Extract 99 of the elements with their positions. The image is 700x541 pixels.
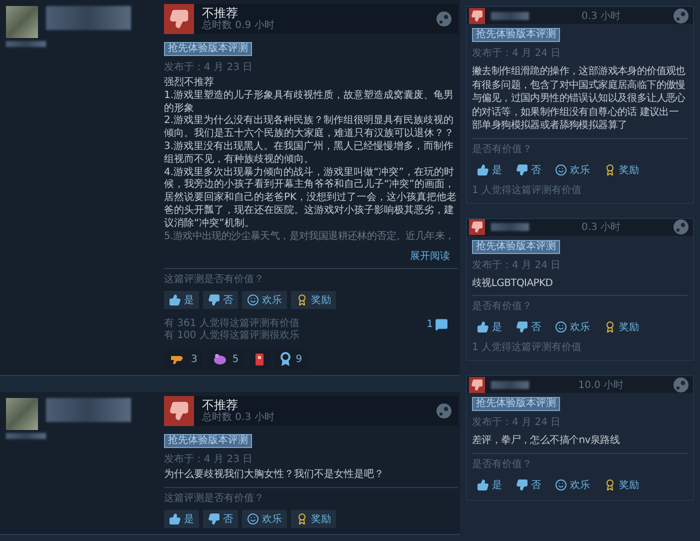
- playtime: 总时数 0.9 小时: [202, 20, 276, 32]
- early-access-badge: 抢先体验版本评测: [164, 434, 252, 448]
- vote-stat: 有 361 人觉得这篇评测有价值: [164, 318, 300, 330]
- award-icon: [604, 164, 616, 176]
- thumbs-up-icon: [169, 513, 181, 526]
- review-text: 4.游戏里多次出现暴力倾向的战斗，游戏里叫做“冲突”，在玩的时候，我旁边的小孩子看到开幕主角爷爷和自己儿子“冲突”的画面，居然说要回家和自己的老爸PK，没想到过了一会，这小孩真把他老爸的头开瓢了，现在还在医院。这游戏对小孩子影响极其恶劣，建议消除“冲突”机制。: [164, 166, 458, 230]
- playtime: 0.3 小时: [580, 10, 622, 22]
- vote-button[interactable]: 奖励: [291, 510, 336, 528]
- vote-stat: 1 人觉得这篇评测有价值: [472, 342, 583, 354]
- helpful-prompt: 这篇评测是否有价值？: [164, 274, 265, 286]
- helpful-prompt: 是否有价值？: [472, 301, 533, 313]
- award-chip[interactable]: 3: [164, 349, 204, 370]
- playtime: 总时数 0.3 小时: [202, 412, 276, 424]
- vote-button[interactable]: 是: [164, 291, 199, 310]
- vote-button[interactable]: 欢乐: [550, 160, 595, 178]
- vote-button[interactable]: 是: [164, 510, 199, 528]
- thumbs-up-icon: [477, 478, 489, 490]
- redacted-name: [491, 380, 529, 388]
- review-text: 1.游戏里塑造的儿子形象具有歧视性质，故意塑造成窝囊废、龟男的形象: [164, 90, 455, 114]
- comment-icon: [435, 318, 448, 332]
- thumbs-down-icon: [164, 4, 194, 34]
- thumbs-down-icon: [516, 478, 528, 490]
- vote-button[interactable]: 是: [472, 318, 507, 336]
- review-text: 2.游戏里为什么没有出现各种民族？制作组很明显具有民族歧视的倾向。我们是五十六个民族的大家庭，难道只有汉族可以退休？？: [164, 115, 455, 140]
- blob-icon: [213, 353, 228, 366]
- medal-icon: [280, 352, 291, 366]
- vote-button[interactable]: 否: [511, 160, 546, 178]
- early-access-badge: 抢先体验版本评测: [164, 42, 252, 56]
- award-chip[interactable]: 5: [207, 349, 245, 370]
- thumbs-down-icon: [469, 376, 485, 392]
- review-text: 差评，拳尸，怎么不搞个nv泉路线: [472, 434, 620, 448]
- vote-button[interactable]: 奖励: [599, 160, 644, 178]
- posted-date: 发布于：4 月 24 日: [472, 48, 562, 60]
- helpful-prompt: 这篇评测是否有价值？: [164, 493, 265, 506]
- helpful-prompt: 是否有价值？: [472, 144, 533, 156]
- award-icon: [604, 478, 616, 490]
- award-chip[interactable]: [248, 349, 270, 370]
- thumbs-down-icon: [164, 396, 194, 426]
- vote-stat: 有 100 人觉得这篇评测很欢乐: [164, 330, 300, 342]
- award-icon: [604, 321, 616, 333]
- award-chip[interactable]: 9: [274, 349, 308, 370]
- vote-button[interactable]: 是: [472, 160, 507, 178]
- thumbs-down-icon: [208, 294, 220, 306]
- award-icon: [296, 513, 308, 526]
- vote-button[interactable]: 否: [203, 291, 238, 310]
- posted-date: 发布于：4 月 24 日: [472, 417, 562, 429]
- thumbs-down-icon: [469, 219, 485, 235]
- award-icon: [296, 294, 308, 306]
- smiley-icon: [247, 513, 259, 526]
- smiley-icon: [555, 478, 567, 490]
- vote-button[interactable]: 欢乐: [242, 510, 287, 528]
- smiley-icon: [555, 321, 567, 333]
- helpful-prompt: 是否有价值？: [472, 458, 533, 470]
- thumbs-up-icon: [169, 294, 181, 306]
- review-text: 3.游戏里没有出现黑人。在我国广州，黑人已经慢慢增多，而制作组视而不见，有种族歧视的倾向。: [164, 140, 455, 166]
- vote-button[interactable]: 欢乐: [550, 476, 595, 494]
- posted-date: 发布于：4 月 23 日: [164, 454, 254, 466]
- hand-icon: [170, 353, 186, 366]
- vote-button[interactable]: 奖励: [599, 318, 644, 336]
- review-text: 为什么要歧视我们大胸女性？我们不是女性是吧？: [164, 469, 385, 482]
- expand-link[interactable]: 展开阅读: [410, 249, 450, 264]
- vote-button[interactable]: 否: [511, 318, 546, 336]
- smiley-icon: [555, 164, 567, 176]
- review-text: 强烈不推荐: [164, 77, 215, 90]
- review-text: 撇去制作组滑跪的操作，这部游戏本身的价值观也有很多问题，包含了对中国式家庭居高临下的傲慢与偏见，过国内男性的错误认知以及很多让人恶心的对话等，如果制作组没有自尊心的话 建议出一部单身狗模拟器或者舔狗模拟器算了: [472, 65, 686, 132]
- logo-icon: [436, 403, 452, 420]
- thumbs-down-icon: [469, 8, 485, 24]
- thumbs-down-icon: [516, 321, 528, 333]
- thumbs-up-icon: [477, 321, 489, 333]
- thumbs-up-icon: [477, 164, 489, 176]
- avatar: [6, 6, 38, 38]
- vote-button[interactable]: 奖励: [291, 291, 336, 310]
- card-icon: [254, 352, 264, 366]
- redacted-name: [491, 223, 529, 231]
- smiley-icon: [247, 294, 259, 306]
- review-text: 歧视LGBTQIAPKD: [472, 276, 554, 290]
- verdict: 不推荐: [202, 6, 239, 20]
- verdict: 不推荐: [202, 398, 239, 412]
- logo-icon: [436, 11, 452, 27]
- vote-button[interactable]: 否: [511, 476, 546, 494]
- vote-button[interactable]: 欢乐: [242, 291, 287, 310]
- comments-link[interactable]: 1: [426, 318, 458, 332]
- vote-button[interactable]: 否: [203, 510, 238, 528]
- vote-stat: 1 人觉得这篇评测有价值: [472, 184, 583, 196]
- thumbs-down-icon: [516, 164, 528, 176]
- playtime: 10.0 小时: [577, 378, 625, 392]
- early-access-badge: 抢先体验版本评测: [472, 397, 560, 411]
- redacted-name: [491, 12, 529, 20]
- playtime: 0.3 小时: [580, 220, 622, 234]
- avatar: [6, 398, 38, 430]
- posted-date: 发布于：4 月 24 日: [472, 260, 562, 272]
- vote-button[interactable]: 奖励: [599, 476, 644, 494]
- thumbs-down-icon: [208, 513, 220, 526]
- vote-button[interactable]: 是: [472, 476, 507, 494]
- review-text-faded: 5.游戏中出现的沙尘暴天气，是对我国退耕还林的否定。近几年来，: [164, 230, 454, 244]
- early-access-badge: 抢先体验版本评测: [472, 240, 560, 254]
- vote-button[interactable]: 欢乐: [550, 318, 595, 336]
- posted-date: 发布于：4 月 23 日: [164, 62, 254, 74]
- early-access-badge: 抢先体验版本评测: [472, 28, 560, 42]
